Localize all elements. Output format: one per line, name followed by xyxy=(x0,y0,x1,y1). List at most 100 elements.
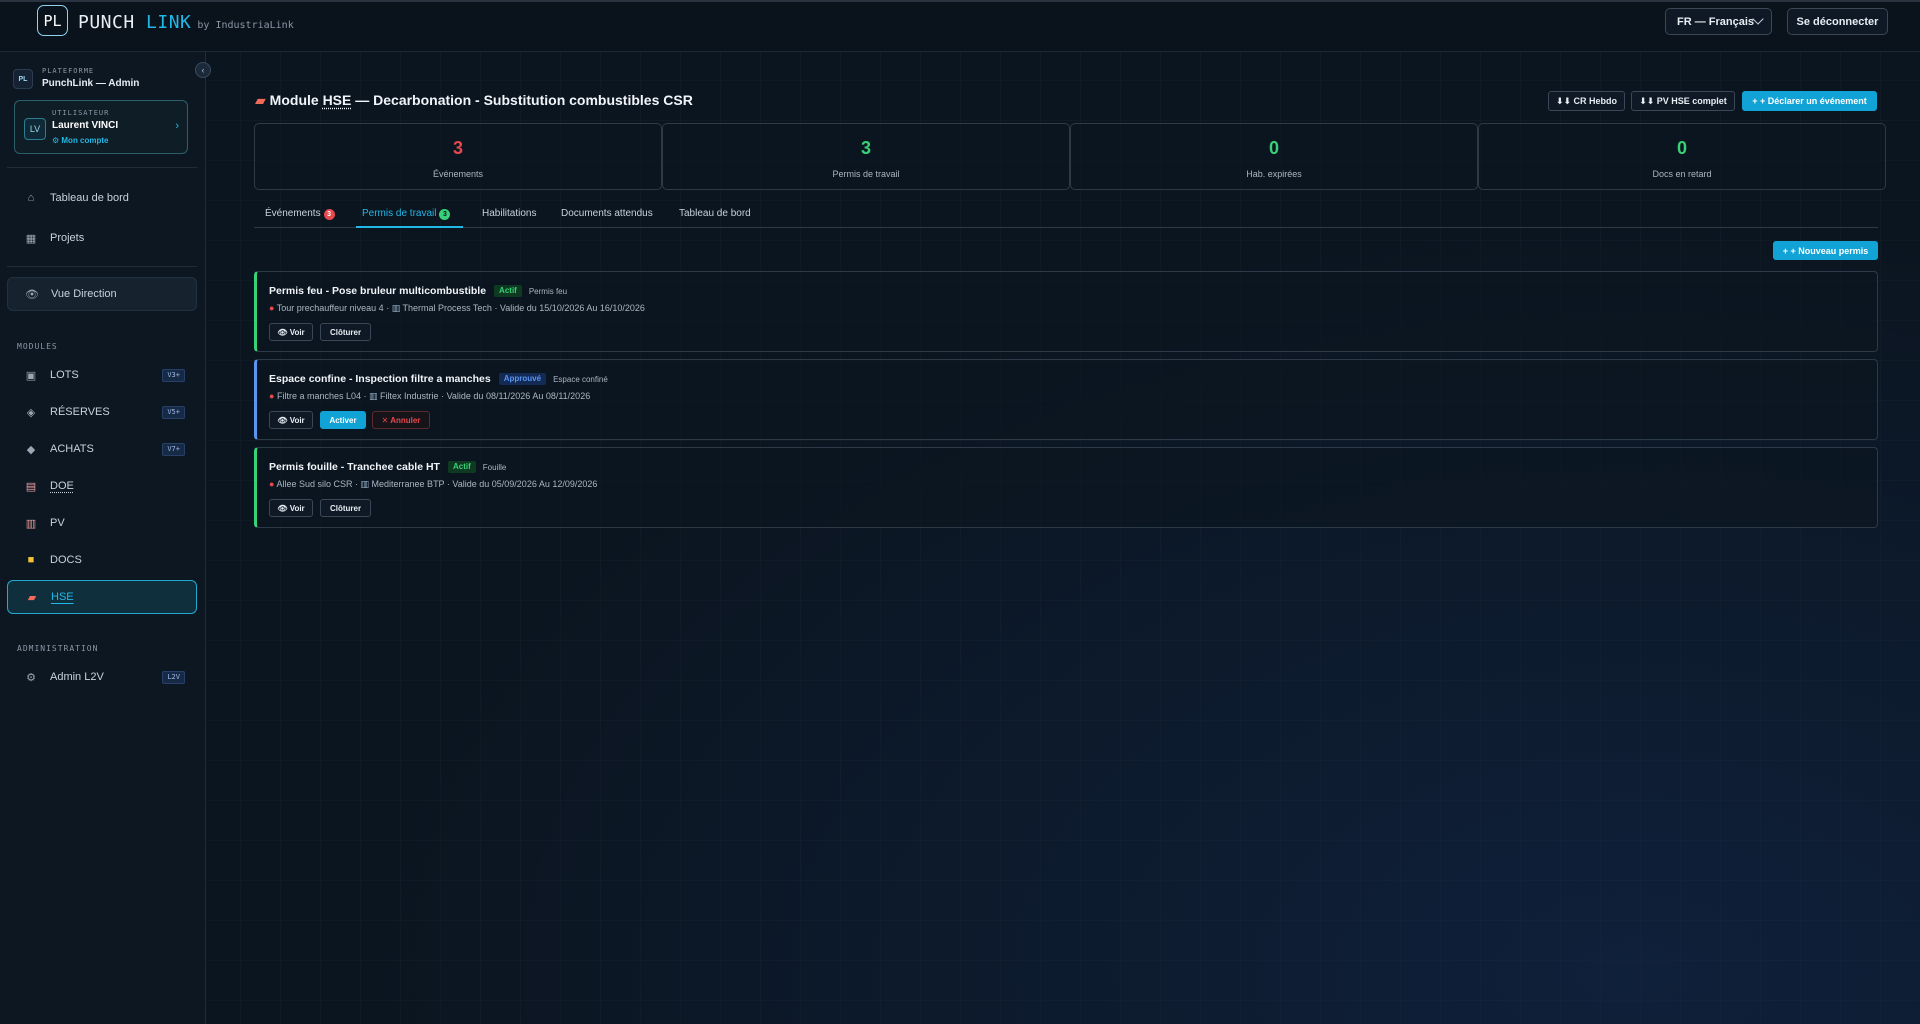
sidebar-item-docs[interactable]: ■ DOCS xyxy=(7,543,197,577)
sidebar-item-reserves[interactable]: ◈ RÉSERVES V5+ xyxy=(7,395,197,429)
building-icon: ▥ xyxy=(369,391,378,401)
platform-name: PunchLink — Admin xyxy=(42,78,140,89)
tab-bar: Événements 3 Permis de travail 3 Habilit… xyxy=(254,205,1878,228)
cancel-permit-button[interactable]: ✕ Annuler xyxy=(372,411,430,429)
eye-icon: 👁 xyxy=(25,288,39,301)
view-button[interactable]: 👁 Voir xyxy=(269,323,313,341)
page-title-prefix: Module xyxy=(269,92,323,108)
brand-name[interactable]: PUNCH LINK by IndustriaLink xyxy=(78,12,294,33)
status-badge: Actif xyxy=(494,285,522,297)
stat-value: 0 xyxy=(1268,138,1279,158)
permit-location: Allee Sud silo CSR xyxy=(276,479,353,489)
sidebar-item-admin-l2v[interactable]: ⚙ Admin L2V L2V xyxy=(7,660,197,694)
building-icon: ▥ xyxy=(391,303,401,313)
version-badge: V7+ xyxy=(162,443,185,456)
tab-label: Tableau de bord xyxy=(679,208,751,219)
platform-badge: PL xyxy=(13,69,33,89)
brand-byline: by IndustriaLink xyxy=(197,20,294,31)
permit-type: Permis feu xyxy=(528,286,568,296)
permit-card: Permis feu - Pose bruleur multicombustib… xyxy=(254,271,1878,352)
tab-label: Habilitations xyxy=(482,208,537,219)
logo-mark[interactable]: PL xyxy=(37,5,68,36)
sidebar-item-doe[interactable]: ▤ DOE xyxy=(7,469,197,503)
tab-dashboard[interactable]: Tableau de bord xyxy=(679,205,751,228)
status-badge: Actif xyxy=(447,461,476,473)
clipboard-icon: ▤ xyxy=(25,480,37,493)
permit-validity: · Valide du 08/11/2026 Au 08/11/2026 xyxy=(441,391,591,401)
sidebar-item-hse[interactable]: ▰ HSE xyxy=(7,580,197,614)
new-permit-button[interactable]: + + Nouveau permis xyxy=(1773,241,1878,260)
divider xyxy=(7,167,197,168)
language-select[interactable]: FR — Français xyxy=(1665,8,1772,35)
permit-type: Fouille xyxy=(482,462,507,472)
sidebar: PL PLATEFORME PunchLink — Admin LV UTILI… xyxy=(0,52,206,1024)
tab-events[interactable]: Événements 3 xyxy=(265,205,335,228)
my-account-link[interactable]: ⚙ Mon compte xyxy=(52,136,109,145)
top-bar: PL PUNCH LINK by IndustriaLink FR — Franç… xyxy=(0,0,1920,52)
tab-label: Permis de travail xyxy=(362,208,437,219)
permit-meta: ● Tour prechauffeur niveau 4 · ▥ Thermal… xyxy=(269,303,645,313)
sidebar-collapse-button[interactable]: ‹ xyxy=(195,62,211,78)
close-permit-button[interactable]: Clôturer xyxy=(320,499,371,517)
sidebar-item-label: DOE xyxy=(50,480,74,492)
permit-title: Permis feu - Pose bruleur multicombustib… xyxy=(269,285,487,297)
page-title: ▰ Module HSE — Decarbonation - Substitut… xyxy=(255,92,693,109)
divider xyxy=(7,266,197,267)
home-icon: ⌂ xyxy=(27,192,35,204)
permit-meta: ● Allee Sud silo CSR · ▥ Mediterranee BT… xyxy=(269,479,598,489)
safety-vest-icon: ▰ xyxy=(255,92,266,108)
sidebar-item-direction-view[interactable]: 👁 Vue Direction xyxy=(7,277,197,311)
permit-meta: ● Filtre a manches L04 · ▥ Filtex Indust… xyxy=(269,391,591,401)
sidebar-item-projects[interactable]: ▦ Projets xyxy=(7,221,197,255)
permit-company: Mediterranee BTP xyxy=(371,479,445,489)
close-permit-button[interactable]: Clôturer xyxy=(320,323,371,341)
sidebar-item-lots[interactable]: ▣ LOTS V3+ xyxy=(7,358,197,392)
administration-caption: ADMINISTRATION xyxy=(17,644,99,653)
logout-button[interactable]: Se déconnecter xyxy=(1787,8,1888,35)
user-name: Laurent VINCI xyxy=(52,120,119,131)
sidebar-item-pv[interactable]: ▥ PV xyxy=(7,506,197,540)
activate-button[interactable]: Activer xyxy=(320,411,366,429)
language-value: FR — Français xyxy=(1677,15,1755,28)
brand-name-part2: LINK xyxy=(146,12,192,33)
stat-card-work-permits: 3 Permis de travail xyxy=(662,123,1070,190)
tab-habilitations[interactable]: Habilitations xyxy=(482,205,536,228)
chevron-down-icon xyxy=(1752,13,1764,25)
tab-label: Documents attendus xyxy=(561,208,653,219)
avatar: LV xyxy=(24,118,46,140)
view-button[interactable]: 👁 Voir xyxy=(269,411,313,429)
folder-icon: ■ xyxy=(27,554,35,566)
sidebar-item-label: RÉSERVES xyxy=(50,406,110,418)
stat-label: Hab. expirées xyxy=(1246,169,1302,179)
building-icon: ▥ xyxy=(360,479,370,489)
sidebar-item-dashboard[interactable]: ⌂ Tableau de bord xyxy=(7,181,197,215)
diamond-icon: ◆ xyxy=(26,443,36,456)
view-button[interactable]: 👁 Voir xyxy=(269,499,313,517)
user-card[interactable]: LV UTILISATEUR Laurent VINCI ⚙ Mon compt… xyxy=(14,100,188,154)
status-badge: Approuvé xyxy=(498,373,547,385)
page-title-module: HSE xyxy=(322,92,352,108)
declare-event-button[interactable]: + + Déclarer un événement xyxy=(1742,91,1877,111)
location-pin-icon: ● xyxy=(269,391,275,401)
stat-card-late-docs: 0 Docs en retard xyxy=(1478,123,1886,190)
stat-card-expired-habilitations: 0 Hab. expirées xyxy=(1070,123,1478,190)
location-pin-icon: ● xyxy=(269,303,275,313)
stat-label: Événements xyxy=(432,169,484,179)
tab-work-permits[interactable]: Permis de travail 3 xyxy=(356,205,463,228)
chevron-right-icon: › xyxy=(175,120,179,132)
cr-hebdo-button[interactable]: ⬇⬇ CR Hebdo xyxy=(1548,91,1625,111)
permit-title: Espace confine - Inspection filtre a man… xyxy=(269,373,491,385)
sidebar-item-label: Admin L2V xyxy=(50,671,104,683)
permit-company: Thermal Process Tech xyxy=(402,303,492,313)
tab-label: Événements xyxy=(265,208,321,219)
brand-name-part1: PUNCH xyxy=(78,12,135,33)
pv-hse-button[interactable]: ⬇⬇ PV HSE complet xyxy=(1631,91,1735,111)
permit-location: Tour prechauffeur niveau 4 xyxy=(276,303,384,313)
stat-label: Permis de travail xyxy=(832,169,900,179)
permit-title-row: Espace confine - Inspection filtre a man… xyxy=(269,373,608,385)
stat-value: 0 xyxy=(1676,138,1687,158)
sidebar-item-label: Projets xyxy=(50,232,85,244)
sidebar-item-label: PV xyxy=(50,517,65,529)
sidebar-item-achats[interactable]: ◆ ACHATS V7+ xyxy=(7,432,197,466)
tab-expected-documents[interactable]: Documents attendus xyxy=(561,205,653,228)
